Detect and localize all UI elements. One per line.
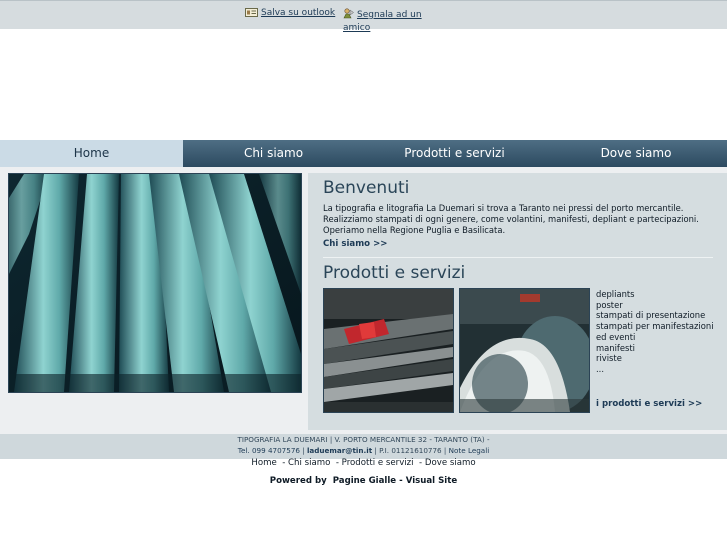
footer-link-dove-siamo[interactable]: Dove siamo bbox=[425, 458, 476, 468]
footer-link-home[interactable]: Home bbox=[251, 458, 276, 468]
nav-dove-siamo[interactable]: Dove siamo bbox=[545, 140, 727, 167]
visual-site-link[interactable]: Visual Site bbox=[406, 476, 458, 486]
nav-prodotti-servizi[interactable]: Prodotti e servizi bbox=[364, 140, 545, 167]
list-item: poster bbox=[596, 299, 623, 310]
footer-email-link[interactable]: laduemar@tin.it bbox=[307, 446, 372, 455]
footer-link-chi-siamo[interactable]: Chi siamo bbox=[288, 458, 330, 468]
card-icon bbox=[245, 8, 258, 21]
powered-by: Powered by Pagine Gialle - Visual Site bbox=[0, 476, 727, 486]
footer-nav: Home - Chi siamo - Prodotti e servizi - … bbox=[251, 458, 476, 468]
footer-address: TIPOGRAFIA LA DUEMARI | V. PORTO MERCANT… bbox=[0, 434, 727, 459]
footer-vat: P.I. 01121610776 bbox=[379, 446, 442, 455]
pagine-gialle-link[interactable]: Pagine Gialle bbox=[333, 476, 396, 486]
divider bbox=[323, 257, 713, 258]
list-item: depliants bbox=[596, 289, 635, 299]
hero-image-paper-rolls bbox=[8, 173, 302, 393]
list-item: stampati di presentazione bbox=[596, 310, 706, 321]
products-more-link[interactable]: i prodotti e servizi >> bbox=[596, 399, 702, 409]
footer-link-prodotti[interactable]: Prodotti e servizi bbox=[342, 458, 414, 468]
chi-siamo-more-link[interactable]: Chi siamo >> bbox=[323, 239, 387, 249]
list-item: ... bbox=[596, 363, 604, 374]
save-outlook-link[interactable]: Salva su outlook bbox=[245, 8, 335, 21]
products-title: Prodotti e servizi bbox=[323, 263, 466, 283]
save-outlook-label: Salva su outlook bbox=[261, 8, 336, 18]
list-item: riviste bbox=[596, 353, 622, 364]
product-image-paper-roll bbox=[459, 288, 590, 413]
welcome-title: Benvenuti bbox=[323, 178, 410, 198]
footer-phone-link[interactable]: Tel. 099 4707576 bbox=[238, 446, 300, 455]
nav-home[interactable]: Home bbox=[0, 140, 183, 167]
products-list: depliants poster stampati di presentazio… bbox=[596, 289, 724, 375]
powered-separator: - bbox=[399, 476, 403, 486]
powered-by-label: Powered by bbox=[269, 476, 327, 486]
list-item: manifesti bbox=[596, 342, 636, 353]
send-person-icon bbox=[343, 8, 354, 23]
recommend-label: Segnala ad un amico bbox=[343, 10, 422, 33]
product-image-printing-press bbox=[323, 288, 454, 413]
welcome-text: La tipografia e litografia La Duemari si… bbox=[323, 203, 699, 235]
recommend-link[interactable]: Segnala ad un amico bbox=[343, 8, 433, 34]
footer-legal-link[interactable]: Note Legali bbox=[449, 446, 490, 455]
footer-address-line: TIPOGRAFIA LA DUEMARI | V. PORTO MERCANT… bbox=[237, 435, 490, 444]
nav-chi-siamo[interactable]: Chi siamo bbox=[183, 140, 364, 167]
footer-contacts: Tel. 099 4707576 | laduemar@tin.it | P.I… bbox=[237, 446, 490, 455]
list-item: stampati per manifestazioni ed eventi bbox=[596, 321, 714, 342]
main-nav: Home Chi siamo Prodotti e servizi Dove s… bbox=[0, 140, 727, 168]
